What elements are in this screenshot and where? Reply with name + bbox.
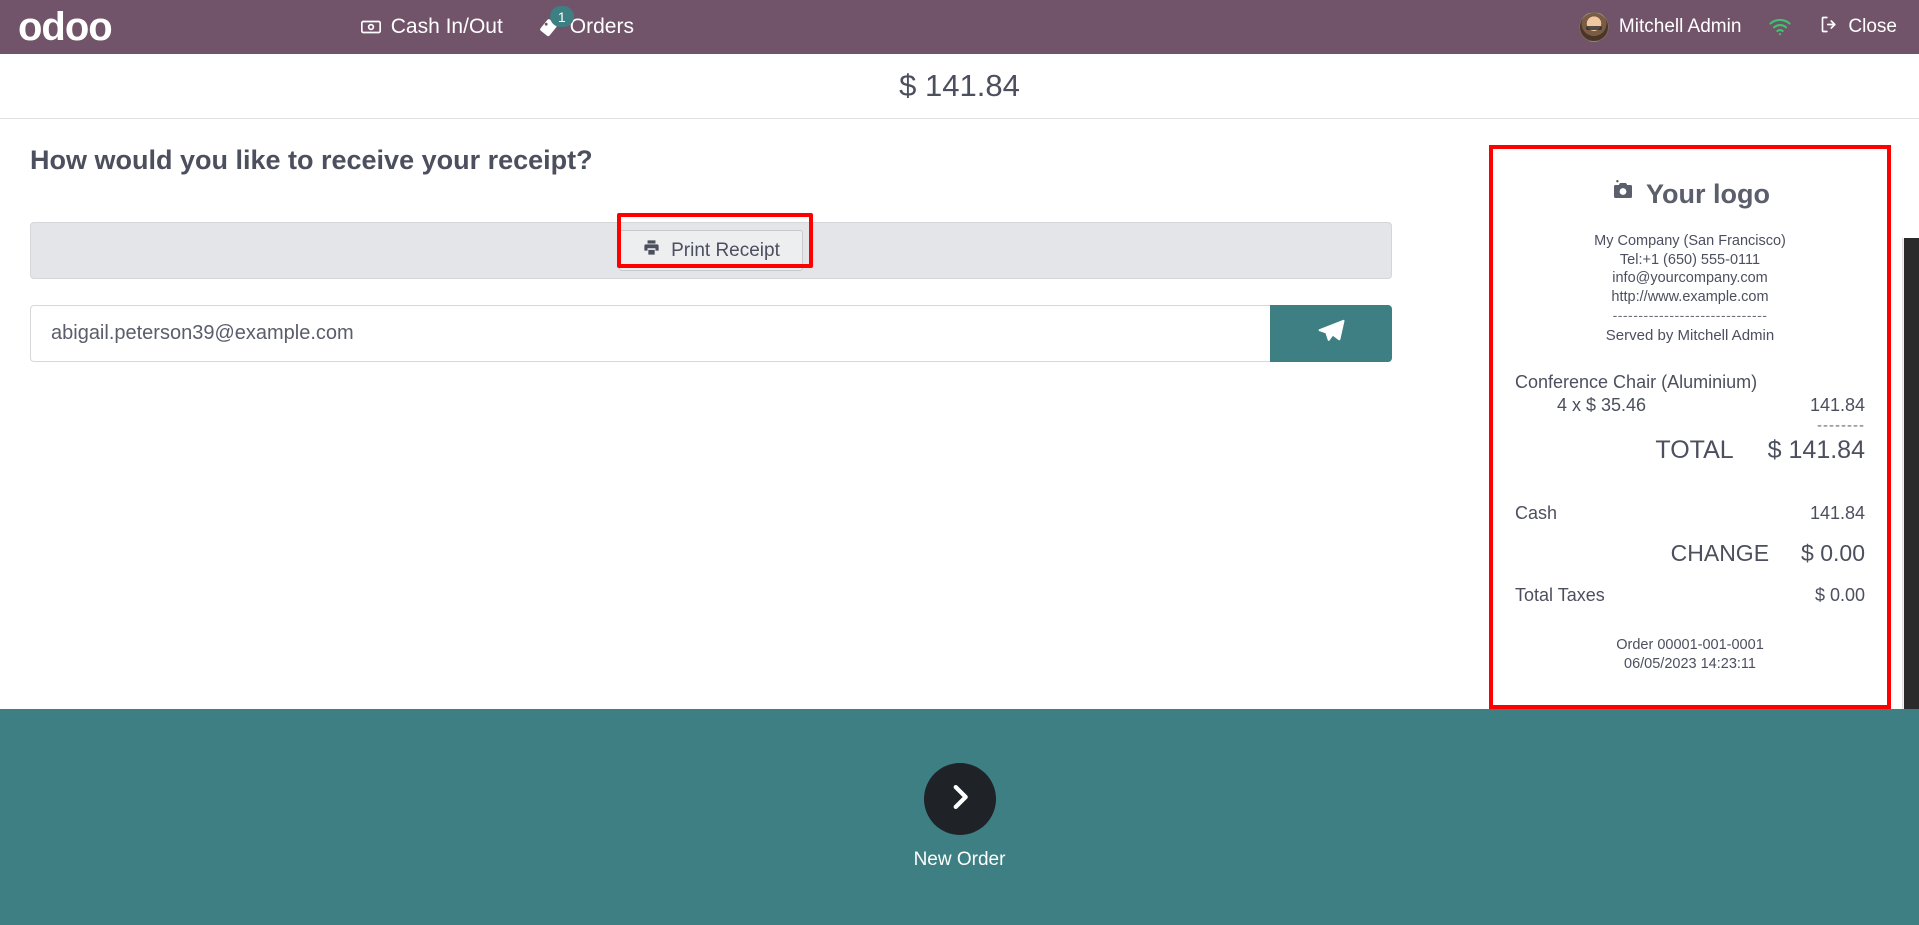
orders-count-badge: 1: [549, 6, 574, 27]
page-title: How would you like to receive your recei…: [30, 145, 593, 175]
sign-out-icon: [1819, 14, 1840, 41]
receipt-company-info: My Company (San Francisco) Tel:+1 (650) …: [1515, 232, 1865, 306]
top-navigation-bar: odoo Cash In/Out 1 Orders Mitchell Admin…: [0, 0, 1919, 54]
printer-icon: [642, 238, 661, 263]
topbar-right-group: Mitchell Admin Close: [1578, 12, 1897, 42]
cash-in-out-button[interactable]: Cash In/Out: [360, 15, 503, 39]
receipt-change-row: CHANGE $ 0.00: [1515, 540, 1865, 567]
email-input[interactable]: [30, 305, 1270, 362]
cash-in-out-label: Cash In/Out: [390, 15, 503, 38]
print-receipt-label: Print Receipt: [671, 239, 780, 261]
receipt-options-pane: How would you like to receive your recei…: [0, 119, 1489, 709]
orders-label: Orders: [569, 15, 634, 38]
user-menu[interactable]: Mitchell Admin: [1578, 12, 1742, 42]
payment-method-label: Cash: [1515, 503, 1558, 524]
new-order-label: New Order: [913, 849, 1006, 870]
receipt-logo: Your logo: [1515, 179, 1865, 210]
receipt-total-label: TOTAL: [1655, 436, 1734, 465]
taxes-label: Total Taxes: [1515, 585, 1605, 606]
change-value: $ 0.00: [1801, 540, 1865, 567]
receipt-divider: ------------------------------: [1612, 307, 1768, 324]
topbar-menu: Cash In/Out 1 Orders: [360, 6, 634, 39]
pos-receipt-screen: odoo Cash In/Out 1 Orders Mitchell Admin…: [0, 0, 1919, 925]
user-name: Mitchell Admin: [1618, 16, 1742, 37]
new-order-button[interactable]: [923, 763, 996, 835]
receipt-served-by: Served by Mitchell Admin: [1605, 327, 1775, 345]
avatar: [1578, 12, 1609, 42]
wifi-icon[interactable]: [1767, 17, 1793, 37]
receipt-order-datetime: 06/05/2023 14:23:11: [1624, 656, 1756, 673]
company-name: My Company (San Francisco): [1594, 233, 1786, 249]
receipt-preview: Your logo My Company (San Francisco) Tel…: [1489, 145, 1891, 709]
page-scrollbar-thumb[interactable]: [1904, 238, 1919, 709]
receipt-order-number: Order 00001-001-0001: [1616, 637, 1764, 654]
order-total-bar: $ 141.84: [0, 54, 1919, 119]
close-label: Close: [1848, 16, 1897, 37]
send-email-button[interactable]: [1270, 305, 1392, 362]
company-phone: Tel:+1 (650) 555-0111: [1619, 251, 1761, 268]
company-website: http://www.example.com: [1611, 288, 1769, 305]
page-scrollbar-track[interactable]: [1902, 238, 1919, 709]
taxes-value: $ 0.00: [1814, 585, 1865, 606]
orders-button[interactable]: 1 Orders: [537, 6, 634, 39]
close-session-button[interactable]: Close: [1819, 14, 1897, 41]
change-label: CHANGE: [1670, 540, 1770, 567]
company-email: info@yourcompany.com: [1612, 270, 1768, 287]
chevron-right-icon: [943, 780, 977, 819]
camera-icon: [1610, 179, 1636, 210]
line-item-name: Conference Chair (Aluminium): [1515, 372, 1758, 393]
line-item-amount: 141.84: [1809, 395, 1865, 416]
receipt-logo-text: Your logo: [1646, 179, 1770, 209]
receipt-taxes-row: Total Taxes $ 0.00: [1515, 585, 1865, 606]
print-receipt-strip: Print Receipt: [30, 213, 1392, 279]
receipt-footer: Order 00001-001-0001 06/05/2023 14:23:11: [1515, 636, 1865, 674]
paper-plane-icon: [1316, 316, 1346, 351]
odoo-logo[interactable]: odoo: [18, 7, 113, 47]
new-order-footer: New Order: [0, 709, 1919, 925]
line-item-qty-price: 4 x $ 35.46: [1557, 395, 1647, 416]
receipt-total-value: $ 141.84: [1767, 436, 1865, 465]
print-receipt-button[interactable]: Print Receipt: [619, 230, 803, 271]
receipt-total-row: TOTAL $ 141.84: [1515, 436, 1865, 465]
receipt-preview-pane: Your logo My Company (San Francisco) Tel…: [1489, 119, 1919, 709]
receipt-line-item: Conference Chair (Aluminium) 4 x $ 35.46…: [1515, 372, 1865, 416]
receipt-payment-row: Cash 141.84: [1515, 503, 1865, 524]
receipt-total-separator: --------: [1817, 417, 1865, 435]
receipt-screen-body: How would you like to receive your recei…: [0, 119, 1919, 709]
line-item-qty-row: 4 x $ 35.46 141.84: [1515, 395, 1865, 416]
order-total-amount: $ 141.84: [899, 68, 1020, 103]
money-bill-icon: [360, 16, 382, 38]
email-receipt-row: [30, 305, 1392, 362]
payment-method-value: 141.84: [1809, 503, 1865, 524]
